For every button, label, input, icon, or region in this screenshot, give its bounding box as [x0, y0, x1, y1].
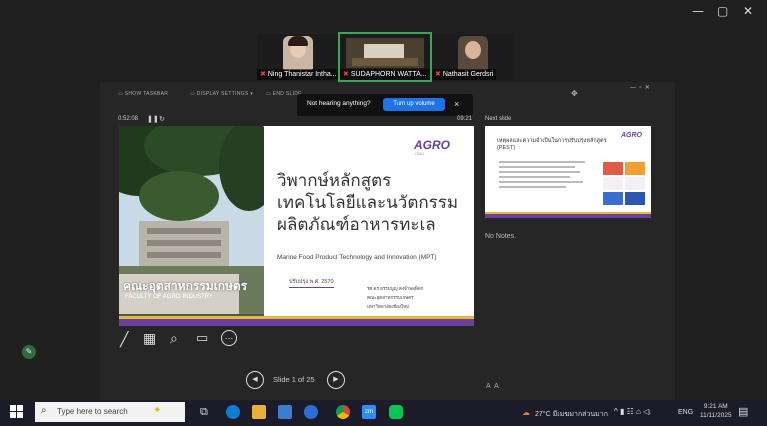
pause-timer-button[interactable]: ❚❚: [147, 115, 159, 123]
revision-label: ปรับปรุง พ.ศ. 2570: [289, 278, 334, 288]
language-indicator[interactable]: ENG: [678, 409, 693, 416]
weather-text[interactable]: 27°C มีเมฆมากส่วนมาก: [535, 409, 608, 420]
next-slide-title: เหตุผลและความจำเป็นในการปรับปรุงหลักสูตร…: [497, 138, 607, 151]
slide-counter[interactable]: Slide 1 of 25: [273, 375, 315, 384]
app-icon[interactable]: [304, 405, 318, 419]
display-settings-button[interactable]: ▭ DISPLAY SETTINGS ▾: [190, 91, 253, 97]
muted-mic-icon: ✖: [260, 71, 266, 78]
search-input[interactable]: Type here to search: [57, 407, 128, 416]
windows-start-icon[interactable]: [10, 405, 24, 419]
speaker-notes: No Notes.: [485, 233, 517, 240]
more-icon[interactable]: …: [221, 330, 237, 346]
line-app-icon[interactable]: [389, 405, 403, 419]
participant-name: ✖ Nathasit Gerdsri: [432, 69, 497, 80]
agro-logo-sub: CMU: [415, 151, 425, 156]
slide-title-line: ผลิตภัณฑ์อาหารทะเล: [277, 215, 436, 234]
next-agro-logo: AGRO: [621, 132, 642, 139]
system-tray-icons[interactable]: ^ ▮ ☷ ⌂ ◁ᵢ: [614, 407, 650, 416]
clock-date: 11/11/2025: [700, 412, 732, 419]
muted-mic-icon: ✖: [435, 71, 441, 78]
store-icon[interactable]: [278, 405, 292, 419]
agro-logo: AGRO: [414, 138, 450, 152]
search-highlight-icon: ✦: [153, 405, 162, 416]
end-icon: ▭: [266, 91, 273, 97]
edge-icon[interactable]: [226, 405, 240, 419]
slide-title: วิพากษ์หลักสูตร เทคโนโลยีและนวัตกรรม ผลิ…: [277, 170, 458, 236]
audio-notification: Not hearing anything? Turn up volume ×: [297, 94, 473, 116]
author-line: มหาวิทยาลัยเชียงใหม่: [367, 304, 410, 309]
clock-time: 9:21 AM: [703, 403, 728, 410]
campus-photo: คณะอุตสาหกรรมเกษตร FACULTY OF AGRO-INDUS…: [119, 126, 279, 326]
next-slide-button[interactable]: ▶: [327, 371, 345, 389]
move-icon[interactable]: ✥: [571, 89, 578, 98]
previous-slide-button[interactable]: ◀: [246, 371, 264, 389]
author-line: คณะอุตสาหกรรมเกษตร: [367, 295, 414, 300]
restart-timer-button[interactable]: ↻: [159, 115, 165, 123]
participant-avatar: [458, 36, 488, 70]
participant-avatar: [283, 36, 313, 70]
notification-close-button[interactable]: ×: [454, 99, 459, 109]
clock: 09:21: [457, 116, 473, 122]
participant-name: ✖ SUDAPHORN WATTA...: [340, 69, 430, 80]
presenter-minimize-button[interactable]: — ▫ ✕: [630, 84, 650, 91]
slide-title-line: เทคโนโลยีและนวัตกรรม: [277, 193, 459, 212]
search-icon: ⌕: [41, 405, 47, 416]
participant-tile[interactable]: ✖ Ning Thanistar Intha...: [257, 34, 339, 80]
participant-tile-active[interactable]: ✖ SUDAPHORN WATTA...: [338, 32, 432, 82]
pen-icon[interactable]: ╱: [120, 331, 128, 348]
current-slide: คณะอุตสาหกรรมเกษตร FACULTY OF AGRO-INDUS…: [119, 126, 474, 326]
notifications-icon[interactable]: ▤: [738, 405, 748, 418]
font-size-controls[interactable]: A A: [486, 383, 499, 390]
close-button[interactable]: ✕: [743, 4, 753, 18]
minimize-button[interactable]: —: [692, 4, 704, 18]
participant-video: [346, 38, 424, 68]
slide-footer-bar: [119, 316, 474, 326]
next-slide-bullets: [499, 158, 594, 202]
muted-mic-icon: ✖: [343, 71, 349, 78]
slideshow-timer: 0:52:08: [118, 116, 139, 122]
notification-message: Not hearing anything?: [307, 100, 371, 107]
show-taskbar-button[interactable]: ▭ SHOW TASKBAR: [118, 91, 168, 97]
taskbar-icon: ▭: [118, 91, 125, 97]
weather-icon: ☁: [522, 408, 530, 417]
pest-grid: [603, 162, 645, 206]
sign-subtext: FACULTY OF AGRO-INDUSTRY: [125, 294, 214, 300]
slide-author: รศ.ดร.ธรรมนูญ คงจำพลุพิตก คณะอุตสาหกรรมเ…: [367, 284, 424, 311]
participant-tile[interactable]: ✖ Nathasit Gerdsri: [432, 34, 514, 80]
zoom-icon[interactable]: ⌕: [170, 330, 178, 347]
display-icon: ▭: [190, 91, 197, 97]
author-line: รศ.ดร.ธรรมนูญ คงจำพลุพิตก: [367, 286, 424, 291]
zoom-app-icon[interactable]: zm: [362, 405, 376, 419]
turn-up-volume-button[interactable]: Turn up volume: [383, 98, 445, 111]
taskbar-clock[interactable]: 9:21 AM 11/11/2025: [700, 402, 732, 420]
task-view-icon[interactable]: ⧉: [200, 405, 214, 419]
slide-title-line: วิพากษ์หลักสูตร: [277, 171, 392, 190]
next-slide-label: Next slide: [485, 116, 512, 122]
next-slide-preview[interactable]: AGRO เหตุผลและความจำเป็นในการปรับปรุงหลั…: [485, 126, 651, 218]
grid-icon[interactable]: ▦: [143, 330, 156, 347]
chrome-icon[interactable]: [336, 405, 350, 419]
next-slide-footer: [485, 212, 651, 218]
file-explorer-icon[interactable]: [252, 405, 266, 419]
maximize-button[interactable]: ▢: [717, 4, 728, 18]
annotate-pen-icon[interactable]: ✎: [22, 345, 36, 359]
participant-name: ✖ Ning Thanistar Intha...: [257, 69, 339, 80]
pointer-icon[interactable]: ▭: [196, 330, 208, 346]
slide-subtitle: Marine Food Product Technology and Innov…: [277, 254, 437, 261]
taskbar-search[interactable]: ⌕ Type here to search ✦: [35, 402, 185, 422]
